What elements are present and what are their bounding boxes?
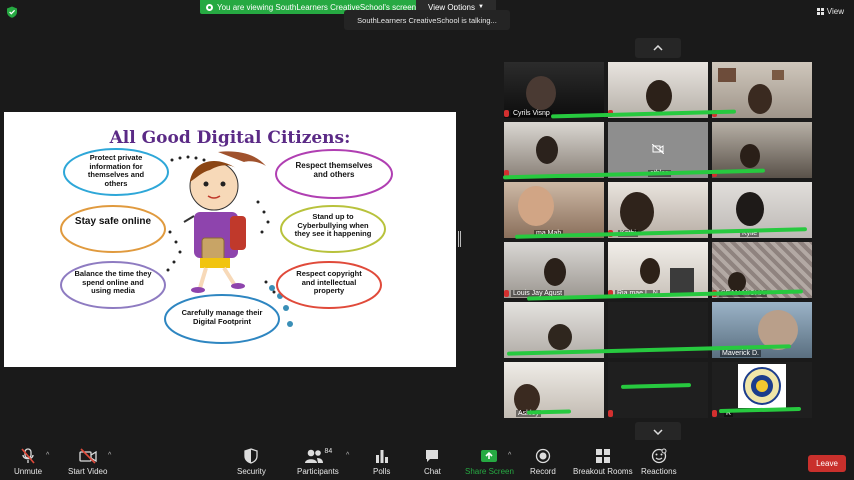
talking-indicator: SouthLearners CreativeSchool is talking.… <box>344 10 510 30</box>
school-seal-logo <box>743 367 781 405</box>
participants-icon <box>304 449 323 463</box>
chevron-down-icon <box>653 429 663 435</box>
smiley-icon <box>651 448 667 464</box>
grid-view-icon <box>816 8 824 15</box>
record-button[interactable]: Record <box>530 448 556 476</box>
camera-off-icon <box>652 144 664 154</box>
leave-label: Leave <box>816 459 838 468</box>
share-screen-button[interactable]: Share Screen <box>465 448 514 476</box>
reactions-button[interactable]: Reactions <box>641 448 677 476</box>
chat-icon <box>426 450 439 462</box>
unmute-button[interactable]: Unmute <box>14 448 42 476</box>
participant-tile[interactable]: Louis Jay Agust <box>504 242 604 298</box>
shield-icon <box>244 448 259 464</box>
bubble-text: Respect themselves and others <box>295 161 373 180</box>
view-button[interactable]: View <box>816 7 844 16</box>
participants-label: Participants <box>297 467 339 476</box>
chevron-up-icon <box>653 45 663 51</box>
participant-tile[interactable]: Cyrils Visnp <box>504 62 604 118</box>
bubble-text: Stay safe online <box>74 217 152 227</box>
girl-character-illustration <box>183 151 266 293</box>
participant-name: Maverick D. <box>720 350 761 357</box>
participant-tile[interactable] <box>608 62 708 118</box>
bubble-protect-privacy: Protect private information for themselv… <box>63 148 169 196</box>
gallery-next-button[interactable] <box>635 422 681 442</box>
participants-count: 84 <box>324 448 333 455</box>
shared-screen: All Good Digital Citizens: Protect priva… <box>4 112 456 367</box>
video-off-icon <box>79 448 97 464</box>
security-label: Security <box>237 467 266 476</box>
bubble-text: Protect private information for themselv… <box>87 154 145 188</box>
chat-label: Chat <box>424 467 441 476</box>
bubble-text: Stand up to Cyberbullying when they see … <box>294 213 372 239</box>
zoom-window: You are viewing SouthLearners CreativeSc… <box>0 0 854 480</box>
video-options-chevron-icon[interactable]: ^ <box>108 452 111 459</box>
participant-tile[interactable]: ma Mab <box>504 182 604 238</box>
muted-mic-icon <box>608 410 613 417</box>
bubble-stay-safe: Stay safe online <box>60 205 166 253</box>
participant-tile[interactable]: Ria mae L. N <box>608 242 708 298</box>
muted-mic-icon <box>712 410 717 417</box>
start-video-button[interactable]: Start Video <box>68 448 107 476</box>
talking-text: SouthLearners CreativeSchool is talking.… <box>357 15 497 25</box>
muted-mic-icon <box>21 448 35 464</box>
participants-button[interactable]: 84 Participants <box>297 448 339 476</box>
participant-name: Cyrils Visnp <box>511 110 552 117</box>
muted-mic-icon <box>504 290 509 297</box>
polls-label: Polls <box>373 467 391 476</box>
view-label: View <box>826 7 844 16</box>
muted-mic-icon <box>504 110 509 117</box>
bubble-text: Carefully manage their Digital Footprint <box>181 309 263 326</box>
bubble-respect-others: Respect themselves and others <box>275 149 393 199</box>
start-video-label: Start Video <box>68 467 108 476</box>
breakout-rooms-button[interactable]: Breakout Rooms <box>573 448 633 476</box>
breakout-rooms-label: Breakout Rooms <box>573 467 633 476</box>
record-label: Record <box>530 467 556 476</box>
leave-button[interactable]: Leave <box>808 455 846 472</box>
bubble-balance-time: Balance the time they spend online and u… <box>60 261 166 309</box>
breakout-rooms-icon <box>595 449 610 463</box>
bubble-digital-footprint: Carefully manage their Digital Footprint <box>164 294 280 344</box>
audio-options-chevron-icon[interactable]: ^ <box>46 452 49 459</box>
bubble-text: Balance the time they spend online and u… <box>74 270 152 296</box>
security-shield-icon <box>7 6 17 18</box>
screen-share-indicator-icon <box>206 3 213 11</box>
share-options-chevron-icon[interactable]: ^ <box>508 452 511 459</box>
panel-resize-handle[interactable] <box>458 231 461 247</box>
participants-options-chevron-icon[interactable]: ^ <box>346 452 349 459</box>
share-screen-icon <box>481 450 498 462</box>
reactions-label: Reactions <box>641 467 677 476</box>
chat-button[interactable]: Chat <box>424 448 441 476</box>
polls-button[interactable]: Polls <box>373 448 390 476</box>
gallery-prev-button[interactable] <box>635 38 681 58</box>
slide-canvas: All Good Digital Citizens: Protect priva… <box>60 128 393 344</box>
security-button[interactable]: Security <box>237 448 266 476</box>
bubble-text: Respect copyright and intellectual prope… <box>296 270 362 296</box>
record-icon <box>535 448 551 464</box>
participant-tile[interactable] <box>504 122 604 178</box>
participant-tile[interactable] <box>608 362 708 418</box>
bubble-respect-copyright: Respect copyright and intellectual prope… <box>276 261 382 309</box>
meeting-toolbar: Unmute ^ Start Video ^ Security 84 Parti… <box>0 440 854 480</box>
share-screen-label: Share Screen <box>465 467 514 476</box>
unmute-label: Unmute <box>14 467 43 476</box>
polls-icon <box>375 450 388 463</box>
slide-title: All Good Digital Citizens: <box>109 128 351 148</box>
bubble-stand-up-cyberbullying: Stand up to Cyberbullying when they see … <box>280 205 386 253</box>
